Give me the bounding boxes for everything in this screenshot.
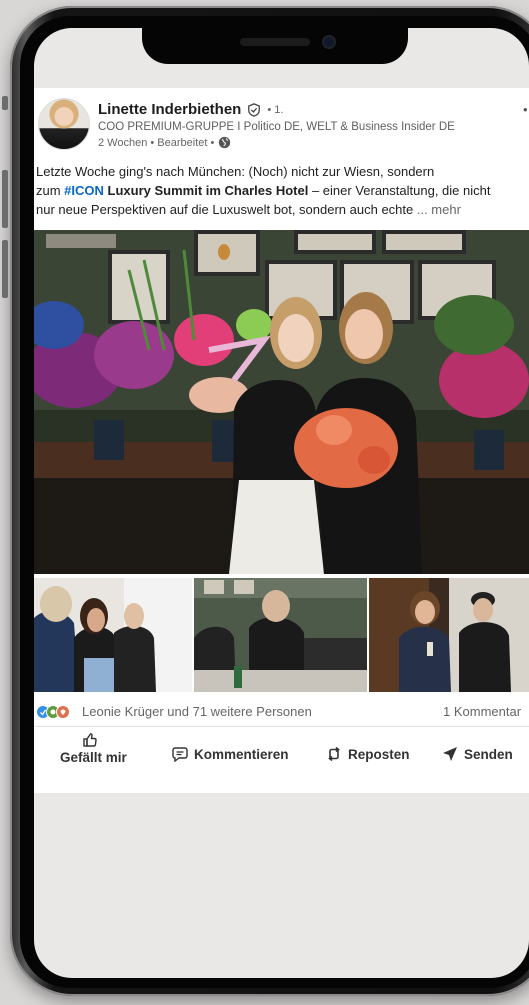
reactions-summary[interactable]: Leonie Krüger und 71 weitere Personen bbox=[82, 704, 312, 719]
thumbnail-3[interactable] bbox=[369, 578, 529, 692]
post-meta: 2 Wochen • Bearbeitet • bbox=[98, 136, 231, 149]
main-post-image[interactable] bbox=[34, 230, 529, 574]
send-label: Senden bbox=[464, 746, 513, 762]
comment-icon bbox=[172, 747, 188, 762]
post-actions: Gefällt mir Kommentieren Reposten Senden bbox=[34, 728, 529, 790]
hashtag-link[interactable]: #ICON bbox=[64, 183, 104, 198]
globe-icon bbox=[219, 136, 231, 149]
volume-down-button bbox=[2, 240, 8, 298]
main-photo-illustration bbox=[34, 230, 529, 574]
repost-label: Reposten bbox=[348, 746, 410, 762]
reactions-bar: Leonie Krüger und 71 weitere Personen 1 … bbox=[34, 700, 529, 724]
comment-button[interactable]: Kommentieren bbox=[172, 746, 289, 762]
mute-switch bbox=[2, 96, 8, 110]
image-thumbnails bbox=[34, 578, 529, 692]
author-name[interactable]: Linette Inderbiethen bbox=[98, 101, 241, 118]
thumbnail-1-illustration bbox=[34, 578, 192, 692]
front-camera bbox=[322, 35, 336, 49]
send-icon bbox=[443, 747, 457, 761]
send-button[interactable]: Senden bbox=[442, 746, 513, 762]
author-headline: COO PREMIUM-GRUPPE I Politico DE, WELT &… bbox=[98, 121, 455, 133]
repost-icon bbox=[328, 746, 340, 762]
divider bbox=[34, 726, 529, 727]
post-text-line-1: Letzte Woche ging's nach München: (Noch)… bbox=[36, 164, 435, 179]
post-timestamp: 2 Wochen • Bearbeitet • bbox=[98, 136, 215, 149]
verified-icon bbox=[248, 102, 261, 117]
event-name: Luxury Summit im Charles Hotel bbox=[103, 183, 309, 198]
text-prefix: zum bbox=[36, 183, 65, 198]
author-avatar[interactable] bbox=[38, 98, 90, 150]
thumbnail-2-illustration bbox=[194, 578, 367, 692]
post-text-line-3: nur neue Perspektiven auf die Luxuswelt … bbox=[36, 200, 514, 219]
comment-label: Kommentieren bbox=[194, 746, 289, 762]
speaker-grille bbox=[240, 38, 310, 46]
comment-count[interactable]: 1 Kommentar bbox=[443, 704, 521, 719]
phone-notch bbox=[142, 26, 408, 64]
text-line-3-body: nur neue Perspektiven auf die Luxuswelt … bbox=[36, 202, 417, 217]
post-header: Linette Inderbiethen • 1. COO PREMIUM-GR… bbox=[34, 88, 529, 160]
reaction-icons[interactable] bbox=[36, 705, 76, 719]
more-options-icon[interactable]: • bbox=[523, 102, 529, 117]
like-button[interactable]: Gefällt mir bbox=[60, 732, 127, 765]
see-more-link[interactable]: ... mehr bbox=[417, 202, 461, 217]
like-icon bbox=[83, 733, 98, 747]
thumbnail-1[interactable] bbox=[34, 578, 192, 692]
feed-post: Linette Inderbiethen • 1. COO PREMIUM-GR… bbox=[34, 88, 529, 793]
text-suffix: – einer Veranstaltung, die nicht bbox=[308, 183, 491, 198]
post-text: Letzte Woche ging's nach München: (Noch)… bbox=[36, 162, 514, 220]
phone-screen: Linette Inderbiethen • 1. COO PREMIUM-GR… bbox=[34, 28, 529, 978]
thumbnail-3-illustration bbox=[369, 578, 529, 692]
author-name-row: Linette Inderbiethen • 1. bbox=[98, 101, 283, 118]
like-label: Gefällt mir bbox=[60, 750, 127, 765]
connection-degree: • 1. bbox=[267, 103, 284, 116]
repost-button[interactable]: Reposten bbox=[326, 746, 410, 762]
post-text-line-2: zum #ICON Luxury Summit im Charles Hotel… bbox=[36, 181, 514, 200]
volume-up-button bbox=[2, 170, 8, 228]
thumbnail-2[interactable] bbox=[194, 578, 367, 692]
